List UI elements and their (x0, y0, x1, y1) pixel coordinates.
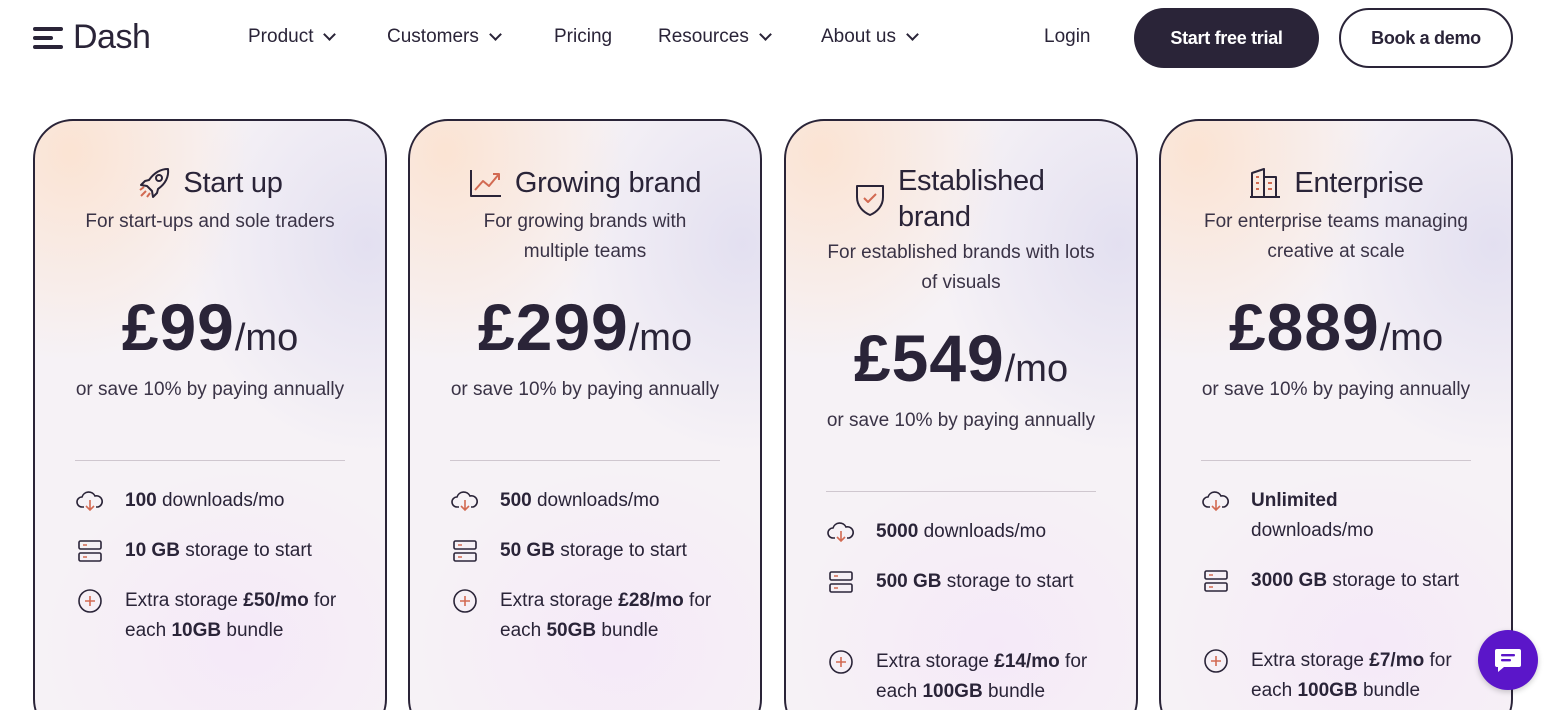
cloud-download-icon (75, 486, 105, 516)
divider (75, 460, 345, 461)
plan-description: For established brands with lots of visu… (827, 242, 1095, 293)
feature-text: Unlimited downloads/mo (1251, 490, 1374, 541)
plus-circle-icon (75, 586, 105, 616)
price-period: /mo (234, 317, 299, 359)
feature-extra-storage: Extra storage £50/mo for each 10GB bundl… (75, 586, 365, 646)
feature-text: Extra storage £7/mo for each 100GB bundl… (1251, 650, 1452, 701)
start-free-trial-button[interactable]: Start free trial (1134, 8, 1319, 68)
cloud-download-icon (1201, 486, 1231, 516)
nav-item-product[interactable]: Product (248, 26, 337, 48)
feature-extra-storage: Extra storage £28/mo for each 50GB bundl… (450, 586, 740, 646)
plan-card-enterprise: Enterprise For enterprise teams managing… (1159, 119, 1513, 710)
feature-extra-storage: Extra storage £7/mo for each 100GB bundl… (1201, 646, 1491, 706)
plan-header: Start up (35, 165, 385, 201)
feature-text: Extra storage £50/mo for each 10GB bundl… (125, 590, 337, 641)
feature-text: Extra storage £14/mo for each 100GB bund… (876, 651, 1088, 702)
feature-storage: 50 GB storage to start (450, 536, 740, 566)
server-icon (75, 536, 105, 566)
feature-text: 3000 GB storage to start (1251, 570, 1460, 591)
feature-text: 5000 downloads/mo (876, 521, 1047, 542)
feature-downloads: 500 downloads/mo (450, 486, 740, 516)
feature-extra-storage: Extra storage £14/mo for each 100GB bund… (826, 647, 1116, 707)
logo-mark-icon (33, 24, 65, 52)
divider (450, 460, 720, 461)
annual-saving-note: or save 10% by paying annually (450, 379, 720, 400)
price-amount: £299 (477, 290, 629, 364)
price-amount: £99 (121, 290, 235, 364)
plan-card-start-up: Start up For start-ups and sole traders … (33, 119, 387, 710)
plan-header: Growing brand (410, 165, 760, 201)
feature-text: 100 downloads/mo (125, 490, 285, 511)
plan-card-growing-brand: Growing brand For growing brands with mu… (408, 119, 762, 710)
feature-text: 500 downloads/mo (500, 490, 660, 511)
plan-title: Growing brand (514, 167, 702, 199)
price-period: /mo (1004, 348, 1069, 390)
nav-item-customers[interactable]: Customers (387, 26, 502, 48)
plan-description: For growing brands with multiple teams (483, 211, 687, 262)
plan-description: For start-ups and sole traders (85, 211, 335, 232)
rocket-icon (139, 168, 170, 198)
divider (826, 491, 1096, 492)
plan-header: Established brand (786, 163, 1136, 235)
server-icon (450, 536, 480, 566)
feature-downloads: 100 downloads/mo (75, 486, 365, 516)
chevron-down-icon (488, 28, 502, 41)
chevron-down-icon (906, 28, 919, 41)
feature-text: 10 GB storage to start (125, 540, 312, 561)
plan-title: Start up (183, 167, 283, 199)
plan-title: Established brand (898, 165, 1045, 233)
nav-item-label: Resources (658, 26, 749, 47)
server-icon (826, 567, 856, 597)
login-link[interactable]: Login (1044, 26, 1091, 48)
price-period: /mo (628, 317, 693, 359)
nav-item-label: Customers (387, 26, 479, 47)
nav-item-pricing[interactable]: Pricing (554, 26, 612, 48)
cloud-download-icon (826, 517, 856, 547)
plan-price: £889/mo (1161, 289, 1511, 365)
annual-saving-note: or save 10% by paying annually (1201, 379, 1471, 400)
plan-title: Enterprise (1294, 167, 1424, 199)
building-icon (1250, 168, 1281, 198)
plus-circle-icon (826, 647, 856, 677)
plan-description: For enterprise teams managing creative a… (1203, 211, 1468, 262)
plus-circle-icon (450, 586, 480, 616)
price-amount: £549 (853, 321, 1005, 395)
logo[interactable]: Dash (33, 18, 151, 57)
feature-storage: 500 GB storage to start (826, 567, 1116, 597)
chevron-down-icon (758, 28, 772, 41)
annual-saving-note: or save 10% by paying annually (75, 379, 345, 400)
nav-item-label: Product (248, 26, 314, 47)
shield-check-icon (856, 185, 884, 216)
feature-storage: 10 GB storage to start (75, 536, 365, 566)
plan-header: Enterprise (1161, 165, 1511, 201)
feature-text: Extra storage £28/mo for each 50GB bundl… (500, 590, 712, 641)
nav-item-about-us[interactable]: About us (821, 26, 919, 48)
nav-item-label: Pricing (554, 26, 613, 47)
feature-storage: 3000 GB storage to start (1201, 566, 1491, 596)
plan-card-established-brand: Established brand For established brands… (784, 119, 1138, 710)
plan-price: £99/mo (35, 289, 385, 365)
cloud-download-icon (450, 486, 480, 516)
chat-bubble-icon (1495, 649, 1521, 672)
nav-item-resources[interactable]: Resources (658, 26, 772, 48)
price-period: /mo (1379, 317, 1444, 359)
plus-circle-icon (1201, 646, 1231, 676)
feature-text: 50 GB storage to start (500, 540, 687, 561)
chevron-down-icon (323, 28, 337, 41)
chart-line-icon (469, 170, 501, 197)
book-demo-button[interactable]: Book a demo (1339, 8, 1513, 68)
feature-text: 500 GB storage to start (876, 571, 1074, 592)
feature-downloads: 5000 downloads/mo (826, 517, 1116, 547)
plan-price: £549/mo (786, 320, 1136, 396)
annual-saving-note: or save 10% by paying annually (826, 410, 1096, 431)
nav-item-label: About us (821, 26, 896, 47)
top-nav: Dash Product Customers Pricing Resources… (0, 0, 1553, 76)
server-icon (1201, 566, 1231, 596)
price-amount: £889 (1228, 290, 1380, 364)
plan-price: £299/mo (410, 289, 760, 365)
feature-downloads: Unlimited downloads/mo (1201, 486, 1491, 546)
logo-text: Dash (73, 18, 151, 56)
chat-widget-button[interactable] (1478, 630, 1538, 690)
divider (1201, 460, 1471, 461)
